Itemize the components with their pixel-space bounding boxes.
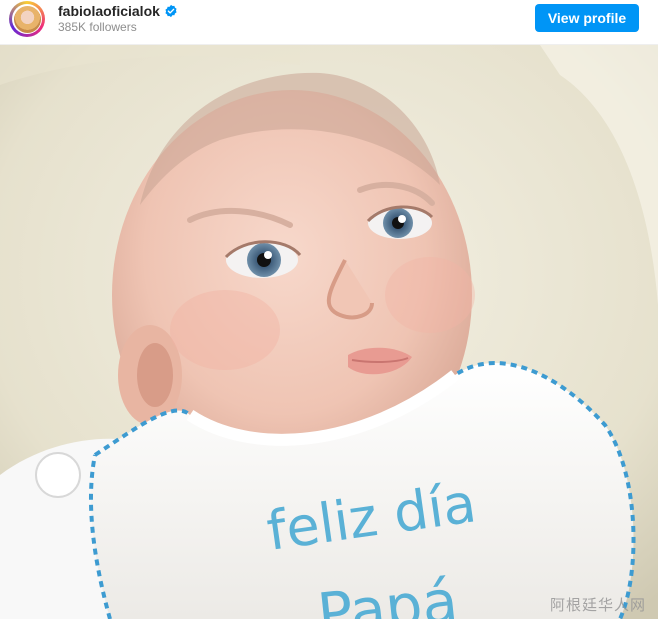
username-link[interactable]: fabiolaoficialok <box>58 3 160 19</box>
avatar-photo <box>13 5 41 33</box>
view-profile-button[interactable]: View profile <box>535 4 639 32</box>
followers-count: 385K followers <box>58 20 137 34</box>
watermark-text: 阿根廷华人网 <box>549 596 646 614</box>
verified-badge-icon <box>165 4 177 18</box>
post-photo[interactable]: feliz día Papá 阿根廷华人网 <box>0 45 658 619</box>
post-header: fabiolaoficialok 385K followers View pro… <box>0 0 658 45</box>
baby-photo-illustration: feliz día Papá <box>0 45 658 619</box>
profile-avatar[interactable] <box>9 1 45 37</box>
username-row: fabiolaoficialok <box>58 3 178 19</box>
